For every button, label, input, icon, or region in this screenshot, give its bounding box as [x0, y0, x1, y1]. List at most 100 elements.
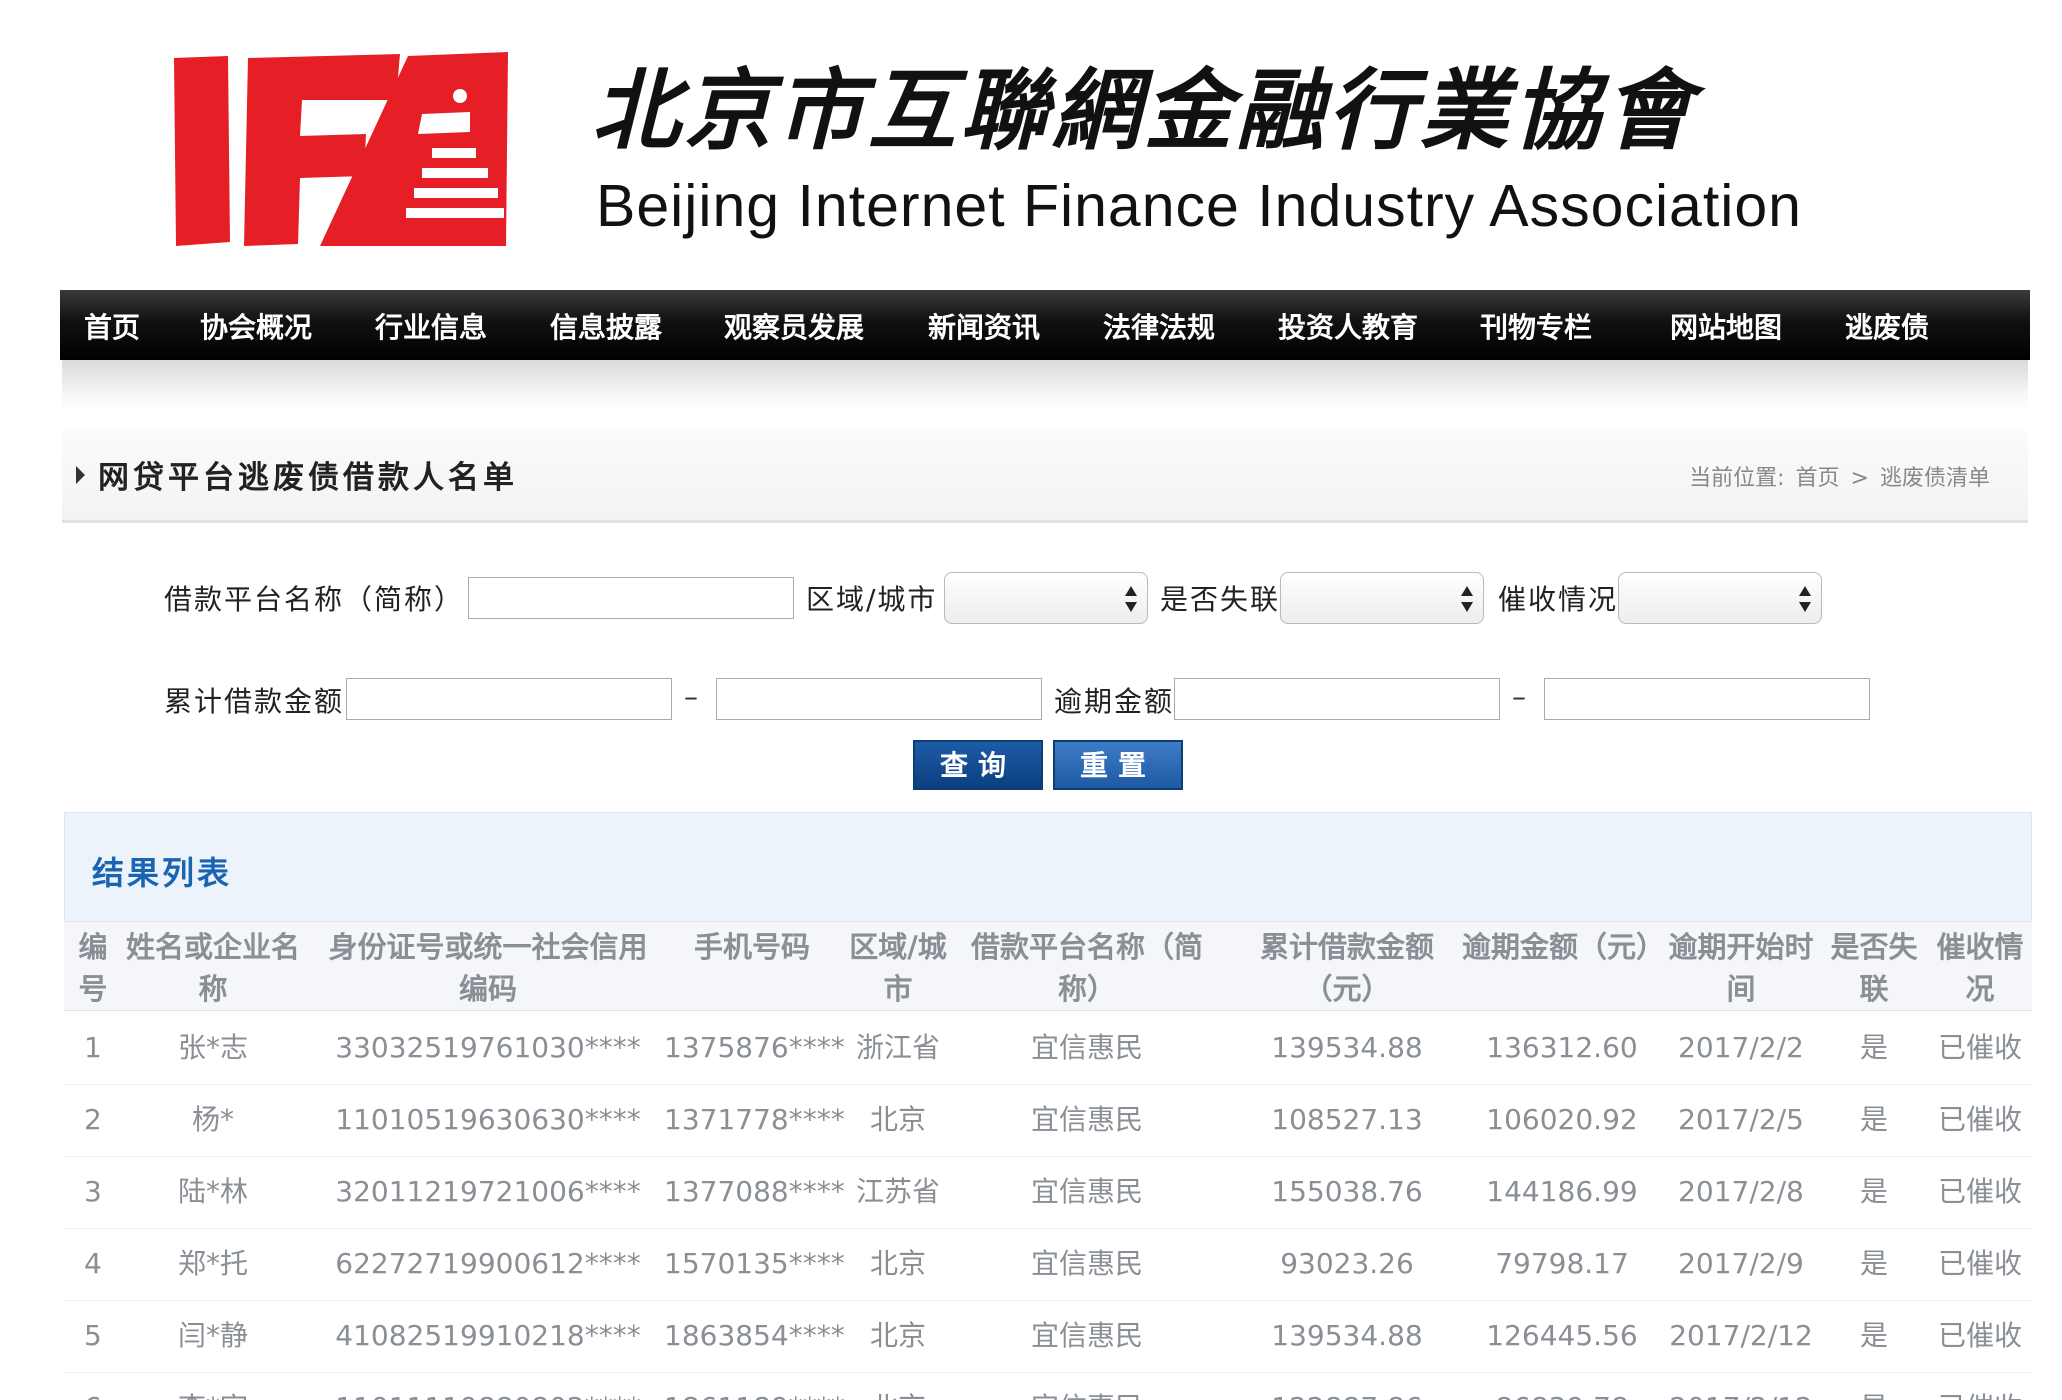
table-header-col-platform: 借款平台名称（简称） — [970, 930, 1203, 1006]
table-cell-col-name: 闫*静 — [177, 1319, 248, 1352]
table-cell-col-platform: 宜信惠民 — [962, 1390, 1212, 1400]
table-cell-col-index: 5 — [84, 1319, 102, 1352]
nav-item-debt-evasion[interactable]: 逃废债 — [1845, 306, 1929, 346]
table-header-col-id-number: 身份证号或统一社会信用编码 — [328, 930, 648, 1006]
nav-item-about[interactable]: 协会概况 — [200, 306, 312, 346]
table-cell-col-region: 北京 — [869, 1103, 926, 1136]
table-cell-col-name: 李*宇 — [118, 1390, 308, 1400]
row-divider — [64, 1084, 2032, 1085]
breadcrumb-label: 当前位置: — [1689, 466, 1785, 491]
table-cell-col-platform: 宜信惠民 — [1030, 1319, 1143, 1352]
platform-input[interactable] — [468, 577, 794, 619]
nav-item-disclosure[interactable]: 信息披露 — [550, 306, 662, 346]
table-cell-col-index: 3 — [84, 1175, 102, 1208]
table-cell-col-total-amount: 139534.88 — [1271, 1319, 1423, 1352]
platform-label: 借款平台名称（简称） — [164, 583, 465, 616]
table-cell-col-id-number: 62272719900612**** — [335, 1247, 641, 1280]
table-cell-col-overdue-start: 2017/2/12 — [1662, 1390, 1820, 1400]
total-amount-label: 累计借款金额 — [164, 685, 345, 718]
table-cell-col-platform: 宜信惠民 — [1030, 1031, 1143, 1064]
collection-select[interactable] — [1618, 572, 1822, 624]
title-arrow-icon — [76, 466, 85, 484]
table-cell-col-name: 陆*林 — [177, 1175, 248, 1208]
overdue-amount-min-input[interactable] — [1174, 678, 1500, 720]
nav-shadow — [62, 360, 2028, 410]
table-cell-col-overdue-start: 2017/2/2 — [1678, 1031, 1804, 1064]
table-cell-col-index: 4 — [84, 1247, 102, 1280]
page-title: 网贷平台逃废债借款人名单 — [98, 460, 518, 496]
table-cell-col-overdue-start: 2017/2/12 — [1669, 1319, 1813, 1352]
nav-item-investor-education[interactable]: 投资人教育 — [1278, 306, 1418, 346]
table-cell-col-overdue-amount: 86839.78 — [1462, 1390, 1662, 1400]
nav-item-industry-info[interactable]: 行业信息 — [375, 306, 487, 346]
table-cell-col-index: 1 — [84, 1031, 102, 1064]
table-cell-col-region: 北京 — [869, 1319, 926, 1352]
table-cell-col-overdue-amount: 79798.17 — [1495, 1247, 1629, 1280]
table-header-col-overdue-start: 逾期开始时间 — [1668, 930, 1814, 1006]
nav-item-home[interactable]: 首页 — [84, 306, 140, 346]
table-header-col-overdue-amount: 逾期金额（元） — [1462, 930, 1662, 964]
table-cell-col-lost-contact: 是 — [1859, 1319, 1888, 1352]
row-divider — [64, 1372, 2032, 1373]
main-nav: 首页 协会概况 行业信息 信息披露 观察员发展 新闻资讯 法律法规 投资人教育 … — [60, 290, 2030, 360]
table-cell-col-id-number: 33032519761030**** — [335, 1031, 641, 1064]
query-button[interactable]: 查询 — [913, 740, 1043, 790]
table-cell-col-collection: 已催收 — [1937, 1247, 2022, 1280]
reset-button[interactable]: 重置 — [1053, 740, 1183, 790]
table-cell-col-phone: 1861189**** — [664, 1390, 845, 1400]
table-header-col-collection: 催收情况 — [1936, 930, 2024, 1006]
page: 北京市互聯網金融行業協會 Beijing Internet Finance In… — [0, 0, 2062, 1400]
table-cell-col-region: 北京 — [840, 1390, 956, 1400]
total-amount-min-input[interactable] — [346, 678, 672, 720]
table-header-col-lost-contact: 是否失联 — [1830, 930, 1918, 1006]
logo-chinese-name: 北京市互聯網金融行業協會 — [592, 60, 1697, 160]
table-cell-col-total-amount: 93023.26 — [1280, 1247, 1414, 1280]
table-cell-col-collection: 已催收 — [1928, 1390, 2032, 1400]
table-cell-col-region: 浙江省 — [855, 1031, 940, 1064]
row-divider — [64, 1228, 2032, 1229]
nav-item-laws[interactable]: 法律法规 — [1103, 306, 1215, 346]
logo-english-name: Beijing Internet Finance Industry Associ… — [596, 173, 1802, 239]
nav-item-sitemap[interactable]: 网站地图 — [1670, 306, 1782, 346]
breadcrumb-home-link[interactable]: 首页 — [1796, 466, 1840, 491]
table-cell-col-total-amount: 155038.76 — [1271, 1175, 1423, 1208]
overdue-range-separator: – — [1512, 680, 1526, 713]
breadcrumb: 当前位置: 首页 > 逃废债清单 — [1685, 460, 1990, 492]
region-select[interactable] — [944, 572, 1148, 624]
table-cell-col-lost-contact: 是 — [1820, 1390, 1928, 1400]
total-range-separator: – — [684, 680, 698, 713]
nav-item-news[interactable]: 新闻资讯 — [928, 306, 1040, 346]
table-cell-col-name: 杨* — [191, 1103, 234, 1136]
table-cell-col-lost-contact: 是 — [1859, 1103, 1888, 1136]
table-cell-col-id-number: 11010519630630**** — [335, 1103, 641, 1136]
overdue-amount-max-input[interactable] — [1544, 678, 1870, 720]
table-cell-col-index: 2 — [84, 1103, 102, 1136]
total-amount-max-input[interactable] — [716, 678, 1042, 720]
results-title: 结果列表 — [92, 854, 233, 892]
nav-item-publications[interactable]: 刊物专栏 — [1480, 306, 1592, 346]
table-cell-col-lost-contact: 是 — [1859, 1247, 1888, 1280]
table-cell-col-phone: 1375876**** — [664, 1031, 845, 1064]
table-cell-col-id-number: 11011119880802**** — [318, 1390, 658, 1400]
table-cell-col-platform: 宜信惠民 — [1030, 1175, 1143, 1208]
table-cell-col-collection: 已催收 — [1937, 1319, 2022, 1352]
table-header-col-index: 编号 — [78, 930, 108, 1006]
table-cell-col-collection: 已催收 — [1937, 1175, 2022, 1208]
table-header-col-region: 区域/城市 — [849, 930, 947, 1006]
table-cell-col-region: 北京 — [869, 1247, 926, 1280]
table-cell-col-phone: 1371778**** — [664, 1103, 845, 1136]
table-cell-col-collection: 已催收 — [1937, 1103, 2022, 1136]
breadcrumb-current[interactable]: 逃废债清单 — [1880, 466, 1990, 491]
lost-contact-label: 是否失联 — [1160, 583, 1281, 616]
table-cell-col-phone: 1377088**** — [664, 1175, 845, 1208]
table-cell-col-collection: 已催收 — [1937, 1031, 2022, 1064]
table-cell-col-overdue-amount: 144186.99 — [1486, 1175, 1638, 1208]
table-cell-col-id-number: 32011219721006**** — [335, 1175, 641, 1208]
lost-contact-select[interactable] — [1280, 572, 1484, 624]
ifa-logo-icon[interactable] — [170, 52, 510, 247]
table-cell-col-lost-contact: 是 — [1859, 1031, 1888, 1064]
nav-item-observer[interactable]: 观察员发展 — [724, 306, 864, 346]
table-cell-col-overdue-start: 2017/2/5 — [1678, 1103, 1804, 1136]
table-cell-col-region: 江苏省 — [855, 1175, 940, 1208]
select-arrows-icon — [1461, 586, 1473, 612]
